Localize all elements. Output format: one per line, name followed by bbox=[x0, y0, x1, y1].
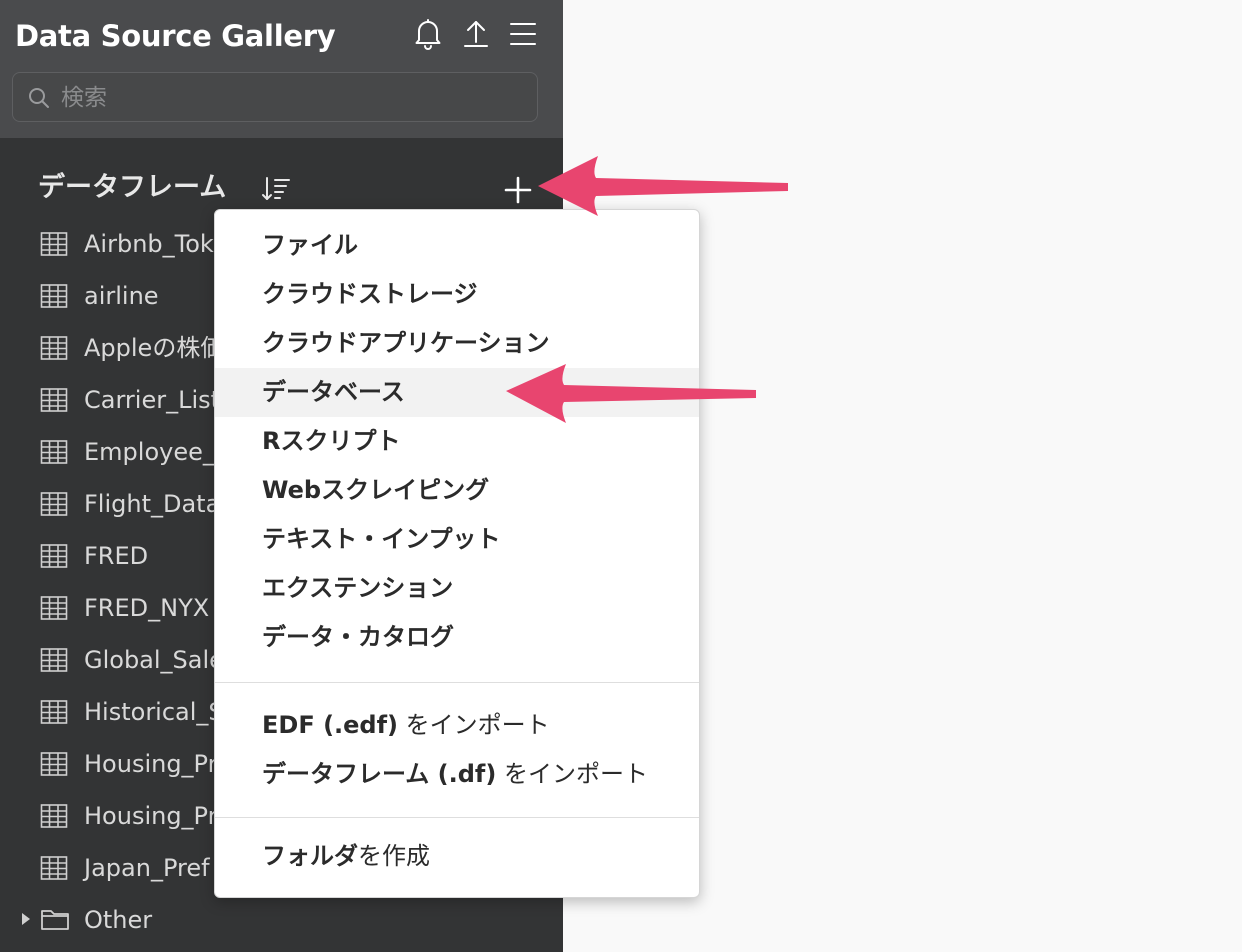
table-icon bbox=[40, 388, 68, 412]
dataframe-label: Global_Sale bbox=[84, 646, 224, 674]
search-box[interactable] bbox=[12, 72, 538, 122]
folder-item-other[interactable]: Other bbox=[0, 894, 563, 946]
table-icon bbox=[40, 596, 68, 620]
menu-item-data-catalog[interactable]: データ・カタログ bbox=[215, 613, 699, 662]
menu-item-database[interactable]: データベース bbox=[215, 368, 699, 417]
table-icon bbox=[40, 804, 68, 828]
menu-item-label: ファイル bbox=[262, 231, 358, 259]
hamburger-menu-icon[interactable] bbox=[507, 16, 539, 52]
menu-item-label: データフレーム (.df) bbox=[262, 760, 497, 788]
search-icon bbox=[29, 88, 49, 108]
menu-item-text-input[interactable]: テキスト・インプット bbox=[215, 515, 699, 564]
menu-item-label: データ・カタログ bbox=[262, 623, 454, 651]
section-title: データフレーム bbox=[38, 172, 227, 203]
dataframe-label: Airbnb_Tok bbox=[84, 230, 214, 258]
dataframe-label: airline bbox=[84, 282, 159, 310]
add-data-source-menu: ファイルクラウドストレージクラウドアプリケーション データベース Rスクリプト Web… bbox=[214, 209, 700, 898]
table-icon bbox=[40, 284, 68, 308]
table-icon bbox=[40, 492, 68, 516]
search-input[interactable] bbox=[59, 79, 523, 117]
menu-item-extension[interactable]: エクステンション bbox=[215, 564, 699, 613]
menu-item-import-df[interactable]: データフレーム (.df) をインポート bbox=[215, 750, 699, 799]
menu-item-suffix: を作成 bbox=[358, 842, 430, 870]
menu-item-label: Webスクレイピング bbox=[262, 476, 490, 504]
add-data-source-button[interactable] bbox=[500, 172, 536, 208]
menu-item-label: クラウドストレージ bbox=[262, 280, 478, 308]
table-icon bbox=[40, 752, 68, 776]
menu-item-label: エクステンション bbox=[262, 574, 454, 602]
menu-item-label: クラウドアプリケーション bbox=[262, 329, 550, 357]
table-icon bbox=[40, 232, 68, 256]
table-icon bbox=[40, 336, 68, 360]
dataframe-label: Employee_ bbox=[84, 438, 215, 466]
menu-item-import-edf[interactable]: EDF (.edf) をインポート bbox=[215, 701, 699, 750]
menu-item-file[interactable]: ファイル bbox=[215, 221, 699, 270]
sidebar-header: Data Source Gallery bbox=[0, 0, 563, 138]
dataframe-label: Appleの株価 bbox=[84, 334, 225, 362]
menu-item-cloud-storage[interactable]: クラウドストレージ bbox=[215, 270, 699, 319]
table-icon bbox=[40, 440, 68, 464]
menu-divider bbox=[215, 682, 699, 683]
upload-icon[interactable] bbox=[460, 16, 492, 52]
menu-item-suffix: をインポート bbox=[496, 760, 648, 788]
dataframe-label: Carrier_List bbox=[84, 386, 221, 414]
menu-item-label: EDF (.edf) bbox=[262, 711, 399, 739]
menu-item-label: Rスクリプト bbox=[262, 427, 401, 455]
table-icon bbox=[40, 544, 68, 568]
dataframe-label: Historical_S bbox=[84, 698, 224, 726]
folder-icon bbox=[41, 910, 69, 930]
menu-item-label: データベース bbox=[262, 378, 405, 406]
dataframe-section-header: データフレーム bbox=[0, 164, 563, 212]
dataframe-label: FRED_NYX bbox=[84, 594, 210, 622]
sort-icon[interactable] bbox=[260, 174, 292, 204]
folder-label: Other bbox=[84, 906, 153, 934]
dataframe-label: Housing_Pr bbox=[84, 750, 218, 778]
caret-right-icon[interactable] bbox=[20, 911, 32, 927]
menu-item-web-scraping[interactable]: Webスクレイピング bbox=[215, 466, 699, 515]
menu-item-create-folder[interactable]: フォルダを作成 bbox=[215, 832, 699, 881]
dataframe-label: Flight_Data bbox=[84, 490, 221, 518]
arrow-to-add-button bbox=[538, 156, 788, 216]
table-icon bbox=[40, 856, 68, 880]
menu-item-cloud-application[interactable]: クラウドアプリケーション bbox=[215, 319, 699, 368]
menu-divider bbox=[215, 817, 699, 818]
menu-item-label: テキスト・インプット bbox=[262, 525, 501, 553]
app-title: Data Source Gallery bbox=[15, 19, 336, 53]
menu-item-label: フォルダ bbox=[262, 842, 358, 870]
table-icon bbox=[40, 648, 68, 672]
dataframe-label: Japan_Pref bbox=[84, 854, 210, 882]
table-icon bbox=[40, 700, 68, 724]
bell-icon[interactable] bbox=[412, 16, 444, 52]
dataframe-label: Housing_Pr bbox=[84, 802, 218, 830]
menu-item-suffix: をインポート bbox=[398, 711, 550, 739]
menu-item-r-script[interactable]: Rスクリプト bbox=[215, 417, 699, 466]
dataframe-label: FRED bbox=[84, 542, 149, 570]
